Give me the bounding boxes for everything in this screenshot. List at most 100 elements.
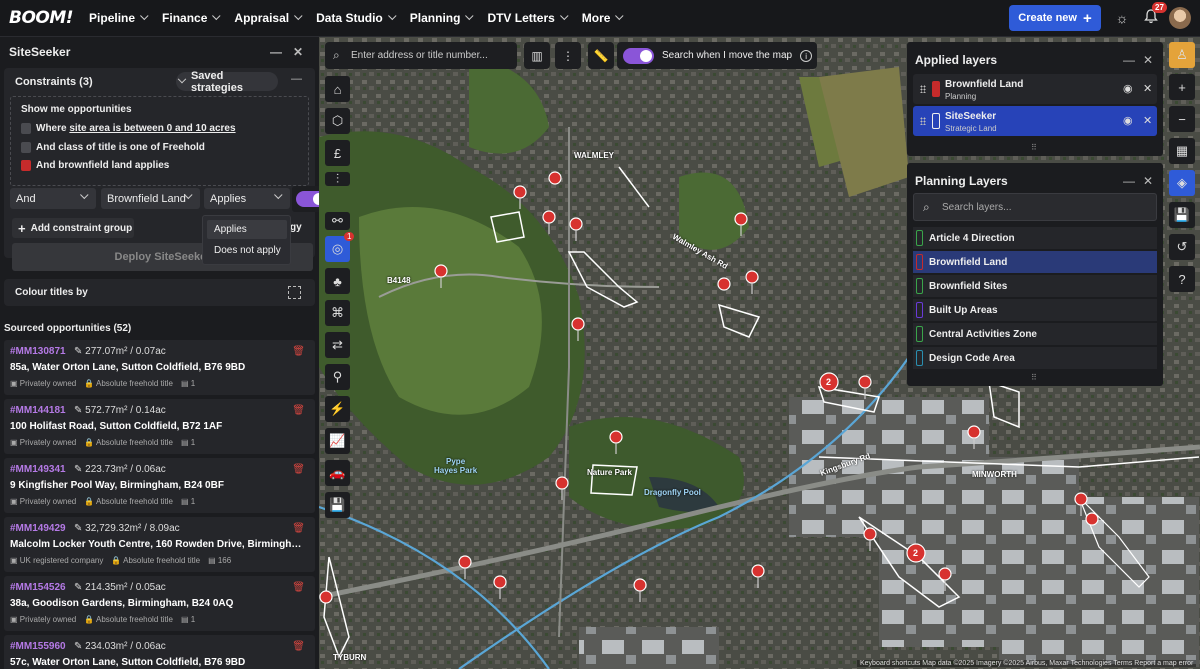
applied-layer-brownfield[interactable]: Brownfield Land Planning ◉ ✕ bbox=[913, 74, 1157, 104]
nav-data-studio[interactable]: Data Studio bbox=[316, 11, 397, 25]
list-item[interactable]: #MM149341 ✎ 223.73m² / 0.06ac 🗑 9 Kingfi… bbox=[4, 458, 315, 513]
map-pin[interactable] bbox=[1085, 512, 1099, 526]
save-icon[interactable]: 💾 bbox=[1169, 202, 1195, 228]
map-pin[interactable] bbox=[571, 317, 585, 331]
drag-handle-icon[interactable] bbox=[920, 85, 926, 93]
opportunity-id[interactable]: #MM130871 bbox=[10, 346, 66, 357]
map-pin[interactable] bbox=[434, 264, 448, 278]
map-pin[interactable] bbox=[858, 375, 872, 389]
history-icon[interactable]: ↺ bbox=[1169, 234, 1195, 260]
close-icon[interactable]: ✕ bbox=[293, 45, 303, 59]
map-pin[interactable] bbox=[1074, 492, 1088, 506]
add-constraint-group-button[interactable]: + Add constraint group bbox=[12, 218, 134, 238]
rule-brownfield[interactable]: And brownfield land applies bbox=[21, 160, 169, 171]
drag-handle-icon[interactable] bbox=[920, 117, 926, 125]
option-does-not-apply[interactable]: Does not apply bbox=[207, 241, 287, 260]
rule-title-class[interactable]: And class of title is one of Freehold bbox=[21, 142, 205, 153]
rule-link[interactable]: site area is between 0 and 10 acres bbox=[69, 123, 235, 134]
applies-select[interactable]: Applies bbox=[204, 188, 290, 209]
trash-icon[interactable]: 🗑 bbox=[292, 641, 305, 652]
opportunity-id[interactable]: #MM155960 bbox=[10, 641, 66, 652]
map-pin[interactable] bbox=[609, 430, 623, 444]
opportunity-id[interactable]: #MM154526 bbox=[10, 582, 66, 593]
nav-finance[interactable]: Finance bbox=[162, 11, 221, 25]
info-icon[interactable]: i bbox=[800, 49, 813, 62]
save-icon[interactable]: 💾 bbox=[325, 492, 350, 518]
nav-appraisal[interactable]: Appraisal bbox=[234, 11, 303, 25]
list-item[interactable]: #MM149429 ✎ 32,729.32m² / 8.09ac 🗑 Malco… bbox=[4, 517, 315, 572]
more-options-button[interactable]: ⋮ bbox=[555, 42, 581, 69]
zoom-in-icon[interactable]: + bbox=[1169, 74, 1195, 100]
pound-icon[interactable]: £ bbox=[325, 140, 350, 166]
map-pin[interactable] bbox=[555, 476, 569, 490]
planning-layer-item[interactable]: Design Code Area bbox=[913, 347, 1157, 369]
remove-layer-icon[interactable]: ✕ bbox=[1143, 82, 1152, 95]
avatar[interactable] bbox=[1169, 7, 1191, 29]
resize-handle-icon[interactable]: ⠿ bbox=[1031, 373, 1037, 382]
opportunity-id[interactable]: #MM149341 bbox=[10, 464, 66, 475]
planning-layer-item[interactable]: Built Up Areas bbox=[913, 299, 1157, 321]
planning-layer-item[interactable]: Brownfield Land bbox=[913, 251, 1157, 273]
layer-select[interactable]: Brownfield Land bbox=[101, 188, 200, 209]
colour-titles-card[interactable]: Colour titles by bbox=[4, 279, 315, 306]
map-type-button[interactable]: ▥ bbox=[524, 42, 550, 69]
list-item[interactable]: #MM155960 ✎ 234.03m² / 0.06ac 🗑 57c, Wat… bbox=[4, 635, 315, 669]
nav-pipeline[interactable]: Pipeline bbox=[89, 11, 149, 25]
operator-select[interactable]: And bbox=[10, 188, 96, 209]
nav-dtv-letters[interactable]: DTV Letters bbox=[487, 11, 569, 25]
trash-icon[interactable]: 🗑 bbox=[292, 405, 305, 416]
street-view-pegman-icon[interactable]: ♙ bbox=[1169, 42, 1195, 68]
applied-layer-siteseeker[interactable]: SiteSeeker Strategic Land ◉ ✕ bbox=[913, 106, 1157, 136]
search-layers-input[interactable]: ⌕ Search layers... bbox=[913, 193, 1157, 221]
list-item[interactable]: #MM144181 ✎ 572.77m² / 0.14ac 🗑 100 Holi… bbox=[4, 399, 315, 454]
option-applies[interactable]: Applies bbox=[207, 220, 287, 239]
map-pin[interactable] bbox=[513, 185, 527, 199]
opportunity-id[interactable]: #MM144181 bbox=[10, 405, 66, 416]
create-new-button[interactable]: Create new + bbox=[1009, 5, 1101, 31]
map-search-input[interactable]: ⌕ Enter address or title number... bbox=[325, 42, 517, 69]
planning-layer-item[interactable]: Central Activities Zone bbox=[913, 323, 1157, 345]
theme-toggle-icon[interactable]: ☼ bbox=[1113, 9, 1131, 27]
network-icon[interactable]: ⚯ bbox=[325, 212, 350, 230]
map-pin[interactable] bbox=[548, 171, 562, 185]
trash-icon[interactable]: 🗑 bbox=[292, 582, 305, 593]
grid-icon[interactable]: ▦ bbox=[1169, 138, 1195, 164]
close-icon[interactable]: ✕ bbox=[1143, 174, 1153, 188]
measure-button[interactable]: 📏 bbox=[588, 42, 614, 69]
map-pin[interactable] bbox=[542, 210, 556, 224]
close-icon[interactable]: ✕ bbox=[1143, 53, 1153, 67]
map-pin[interactable] bbox=[569, 217, 583, 231]
nav-planning[interactable]: Planning bbox=[410, 11, 474, 25]
planning-layer-item[interactable]: Article 4 Direction bbox=[913, 227, 1157, 249]
map-pin[interactable] bbox=[745, 270, 759, 284]
remove-layer-icon[interactable]: ✕ bbox=[1143, 114, 1152, 127]
opportunity-id[interactable]: #MM149429 bbox=[10, 523, 66, 534]
map-pin[interactable] bbox=[717, 277, 731, 291]
map-pin[interactable] bbox=[458, 555, 472, 569]
map-pin[interactable] bbox=[751, 564, 765, 578]
rule-site-area[interactable]: Where site area is between 0 and 10 acre… bbox=[21, 123, 236, 134]
saved-strategies-button[interactable]: Saved strategies bbox=[176, 70, 278, 94]
list-item[interactable]: #MM130871 ✎ 277.07m² / 0.07ac 🗑 85a, Wat… bbox=[4, 340, 315, 395]
minimize-icon[interactable]: — bbox=[1123, 174, 1135, 188]
person-pin-icon[interactable]: ⚲ bbox=[325, 364, 350, 390]
map-pin[interactable] bbox=[633, 578, 647, 592]
resize-handle-icon[interactable]: ⠿ bbox=[1031, 143, 1037, 152]
collapse-icon[interactable]: — bbox=[291, 73, 302, 85]
expand-icon[interactable] bbox=[288, 286, 301, 299]
nav-more[interactable]: More bbox=[582, 11, 625, 25]
zoom-out-icon[interactable]: − bbox=[1169, 106, 1195, 132]
map-pin[interactable] bbox=[967, 425, 981, 439]
trash-icon[interactable]: 🗑 bbox=[292, 523, 305, 534]
car-icon[interactable]: 🚗 bbox=[325, 460, 350, 486]
minimize-icon[interactable]: — bbox=[270, 45, 282, 59]
search-on-move-toggle[interactable] bbox=[623, 47, 654, 64]
layer-tool-icon[interactable]: ⫶ bbox=[325, 171, 350, 186]
layers-icon[interactable]: ◈ bbox=[1169, 170, 1195, 196]
eye-icon[interactable]: ◉ bbox=[1123, 114, 1133, 127]
list-item[interactable]: #MM154526 ✎ 214.35m² / 0.05ac 🗑 38a, Goo… bbox=[4, 576, 315, 631]
map-attribution[interactable]: Keyboard shortcuts Map data ©2025 Imager… bbox=[857, 660, 1197, 667]
draw-polygon-icon[interactable]: ⬡ bbox=[325, 108, 350, 134]
map-pin[interactable] bbox=[319, 590, 333, 604]
route-icon[interactable]: ⇄ bbox=[325, 332, 350, 358]
